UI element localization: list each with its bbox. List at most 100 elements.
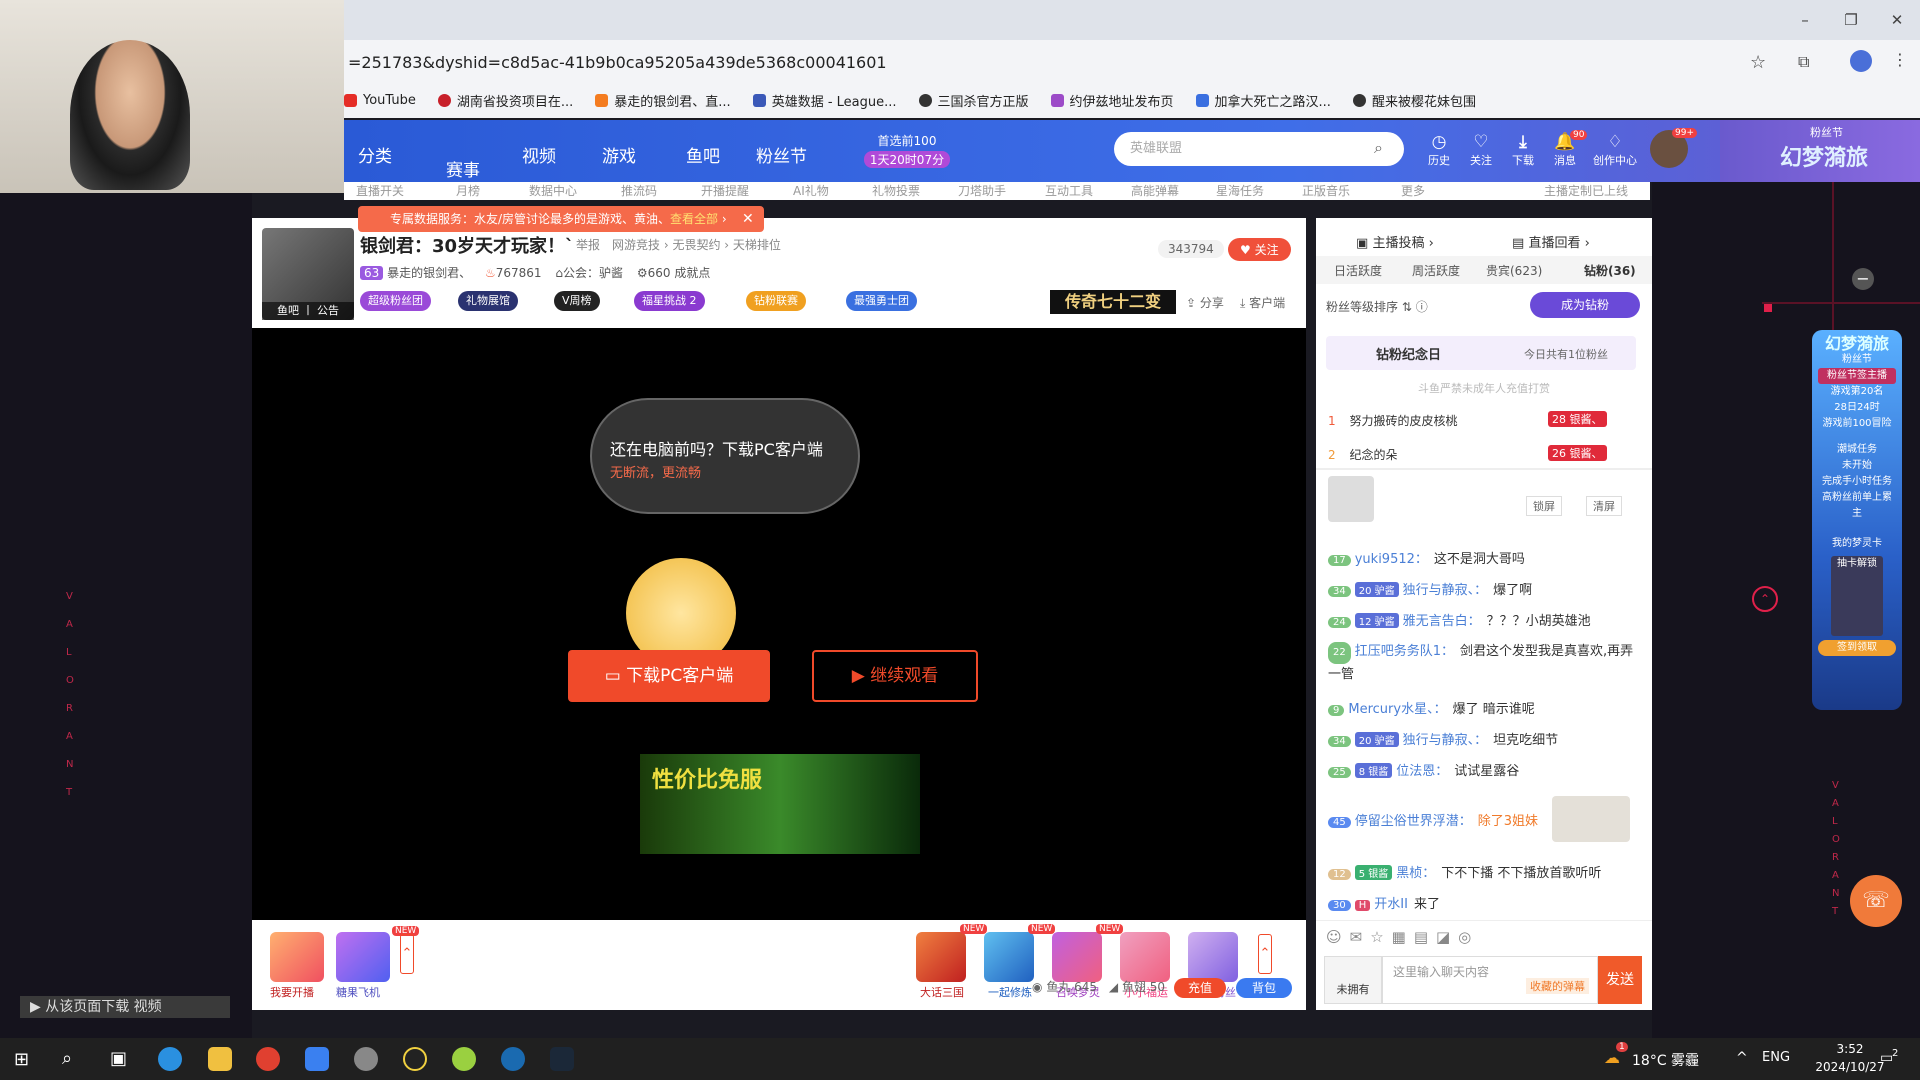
nav-fishbar[interactable]: 鱼吧 bbox=[686, 142, 720, 167]
follow-button[interactable]: ♥ 关注 bbox=[1228, 238, 1291, 261]
side-event-banner[interactable]: 幻梦漪旅 粉丝节 粉丝节签主播 游戏第20名 28日24时 游戏前100冒险 潮… bbox=[1812, 330, 1902, 710]
lock-screen-button[interactable]: 锁屏 bbox=[1526, 496, 1562, 516]
file-explorer-icon[interactable] bbox=[208, 1047, 232, 1071]
candy-plane-icon[interactable] bbox=[336, 932, 390, 982]
chat-message[interactable]: 24 12 驴酱 雅无言告白： ？？？小胡英雄池 bbox=[1328, 610, 1591, 629]
category-link[interactable]: 网游竞技 bbox=[612, 238, 660, 252]
chat-message[interactable]: 34 20 驴酱 独行与静寂、： 爆了啊 bbox=[1328, 579, 1532, 598]
candy-plane-label[interactable]: 糖果飞机 bbox=[336, 984, 380, 1000]
tab-diamond-fans[interactable]: 钻粉(36) bbox=[1584, 262, 1636, 279]
subnav-item[interactable]: 星海任务 bbox=[1216, 182, 1264, 199]
subnav-item[interactable]: 数据中心 bbox=[529, 182, 577, 199]
edge-icon[interactable] bbox=[158, 1047, 182, 1071]
windows-start-icon[interactable]: ⊞ bbox=[14, 1049, 29, 1070]
app-icon[interactable] bbox=[354, 1047, 378, 1071]
search-input[interactable]: 英雄联盟 bbox=[1114, 132, 1404, 166]
tab-weekly[interactable]: 周活跃度 bbox=[1412, 262, 1460, 279]
bag-button[interactable]: 背包 bbox=[1236, 978, 1292, 998]
video-player[interactable]: 还在电脑前吗？下载PC客户端 无断流，更流畅 ▭ 下载PC客户端 ▶ 继续观看 … bbox=[252, 328, 1306, 920]
nav-video[interactable]: 视频 bbox=[522, 142, 556, 167]
bookmark-sanguosha[interactable]: 三国杀官方正版 bbox=[918, 91, 1029, 110]
subnav-item[interactable]: 直播开关 bbox=[356, 182, 404, 199]
chat-message[interactable]: 25 8 银酱 位法恩： 试试星露谷 bbox=[1328, 760, 1519, 779]
sort-label[interactable]: 粉丝等级排序 ⇅ ⓘ bbox=[1326, 298, 1428, 315]
download-client-button[interactable]: ▭ 下载PC客户端 bbox=[568, 650, 770, 702]
recharge-button[interactable]: 充值 bbox=[1174, 978, 1226, 998]
badge-week-rank[interactable]: V周榜 bbox=[554, 291, 600, 311]
nav-category[interactable]: 分类 bbox=[358, 142, 392, 167]
collected-danmu-button[interactable]: 收藏的弹幕 bbox=[1526, 978, 1589, 994]
room-ad[interactable]: 传奇七十二变 bbox=[1050, 290, 1176, 314]
minimize-button[interactable]: – bbox=[1790, 8, 1820, 32]
subnav-item[interactable]: 互动工具 bbox=[1045, 182, 1093, 199]
subnav-item[interactable]: 开播提醒 bbox=[701, 182, 749, 199]
subnav-item[interactable]: 月榜 bbox=[456, 182, 480, 199]
weather-text[interactable]: 18°C 雾霾 bbox=[1632, 1050, 1699, 1070]
history-button[interactable]: ◷ 历史 bbox=[1420, 132, 1458, 168]
clock[interactable]: 3:52 2024/10/27 bbox=[1810, 1040, 1890, 1076]
subnav-item[interactable]: 推流码 bbox=[621, 182, 657, 199]
creator-center-button[interactable]: ♢ 创作中心 bbox=[1590, 132, 1640, 168]
badge-gift-hall[interactable]: 礼物展馆 bbox=[458, 291, 518, 311]
follow-button[interactable]: ♡ 关注 bbox=[1462, 132, 1500, 168]
address-bar[interactable]: =251783&dyshid=c8d5ac-41b9b0ca95205a439d… bbox=[344, 46, 1774, 80]
search-icon[interactable]: ⌕ bbox=[1374, 138, 1383, 158]
app-icon[interactable] bbox=[452, 1047, 476, 1071]
go-live-label[interactable]: 我要开播 bbox=[270, 984, 314, 1000]
subnav-item[interactable]: 高能弹幕 bbox=[1131, 182, 1179, 199]
clear-screen-button[interactable]: 清屏 bbox=[1586, 496, 1622, 516]
bookmark-sakura[interactable]: 醒来被樱花妹包围 bbox=[1352, 91, 1476, 110]
language-indicator[interactable]: ENG bbox=[1762, 1050, 1790, 1065]
task-view-icon[interactable]: ▣ bbox=[110, 1048, 127, 1069]
rank-row[interactable]: 1 努力搬砖的皮皮核桃 bbox=[1328, 412, 1457, 429]
fanfest-banner[interactable]: 粉丝节 幻梦漪旅 bbox=[1720, 120, 1920, 182]
streamer-name[interactable]: 暴走的银剑君、 bbox=[387, 266, 471, 280]
notice-link[interactable]: 查看全部 bbox=[670, 212, 718, 226]
steam-icon[interactable] bbox=[550, 1047, 574, 1071]
continue-watching-button[interactable]: ▶ 继续观看 bbox=[812, 650, 978, 702]
nav-games[interactable]: 游戏 bbox=[602, 142, 636, 167]
subnav-item[interactable]: 礼物投票 bbox=[872, 182, 920, 199]
close-window-button[interactable]: ✕ bbox=[1882, 8, 1912, 32]
tab-vip[interactable]: 贵宾(623) bbox=[1486, 262, 1542, 279]
close-icon[interactable]: ✕ bbox=[742, 206, 754, 232]
report-link[interactable]: 举报 bbox=[576, 236, 600, 253]
app-icon[interactable] bbox=[501, 1047, 525, 1071]
game-sanguo-icon[interactable] bbox=[916, 932, 966, 982]
subnav-item[interactable]: 主播定制已上线 bbox=[1544, 182, 1628, 199]
expand-icon[interactable]: ⌃ bbox=[1258, 934, 1272, 974]
send-button[interactable]: 发送 bbox=[1598, 956, 1642, 1004]
streamer-submission-link[interactable]: ▣ 主播投稿 › bbox=[1356, 232, 1434, 251]
menu-icon[interactable]: ⋮ bbox=[1892, 50, 1908, 69]
category-link[interactable]: 无畏契约 bbox=[672, 238, 720, 252]
download-button[interactable]: ⤓ 下载 bbox=[1504, 132, 1542, 168]
badge-diamond-league[interactable]: 钻粉联赛 bbox=[746, 291, 806, 311]
guild[interactable]: 公会：驴酱 bbox=[563, 266, 623, 280]
game-label[interactable]: 一起修炼 bbox=[988, 984, 1032, 1000]
game-label[interactable]: 大话三国 bbox=[920, 984, 964, 1000]
game-ad-banner[interactable]: 性价比免服 bbox=[640, 754, 920, 854]
badge-super-fan[interactable]: 超级粉丝团 bbox=[360, 291, 431, 311]
app-icon[interactable] bbox=[403, 1047, 427, 1071]
promo-top100[interactable]: 首选前100 1天20时07分 bbox=[864, 132, 950, 168]
replay-link[interactable]: ▤ 直播回看 › bbox=[1512, 232, 1590, 251]
badge-lucky-challenge[interactable]: 福星挑战 2 bbox=[634, 291, 705, 311]
tab-daily[interactable]: 日活跃度 bbox=[1334, 262, 1382, 279]
customer-service-icon[interactable]: ☏ bbox=[1850, 875, 1902, 927]
bookmark-league[interactable]: 英雄数据 - League... bbox=[752, 91, 897, 110]
anniversary-bar[interactable]: 钻粉纪念日 今日共有1位粉丝 bbox=[1326, 336, 1636, 370]
chat-message[interactable]: 30 H 开水II 来了 bbox=[1328, 893, 1440, 912]
bookmark-douyu[interactable]: 暴走的银剑君、直... bbox=[595, 91, 731, 110]
tray-chevron-icon[interactable]: ^ bbox=[1736, 1050, 1748, 1066]
game-cultivate-icon[interactable] bbox=[984, 932, 1034, 982]
streamer-avatar[interactable]: 鱼吧 丨 公告 bbox=[262, 228, 354, 320]
bookmark-hunan[interactable]: 湖南省投资项目在... bbox=[437, 91, 573, 110]
become-diamond-fan-button[interactable]: 成为钻粉 bbox=[1530, 292, 1640, 318]
avatar-label[interactable]: 鱼吧 丨 公告 bbox=[262, 302, 354, 320]
nav-events[interactable]: 赛事 bbox=[446, 156, 480, 181]
subnav-item[interactable]: 正版音乐 bbox=[1302, 182, 1350, 199]
expand-icon[interactable]: ⌃ bbox=[400, 934, 414, 974]
nav-fanfest[interactable]: 粉丝节 bbox=[756, 142, 807, 167]
app-icon[interactable] bbox=[305, 1047, 329, 1071]
chat-message[interactable]: 9 Mercury水星、： 爆了 暗示谁呢 bbox=[1328, 698, 1535, 717]
